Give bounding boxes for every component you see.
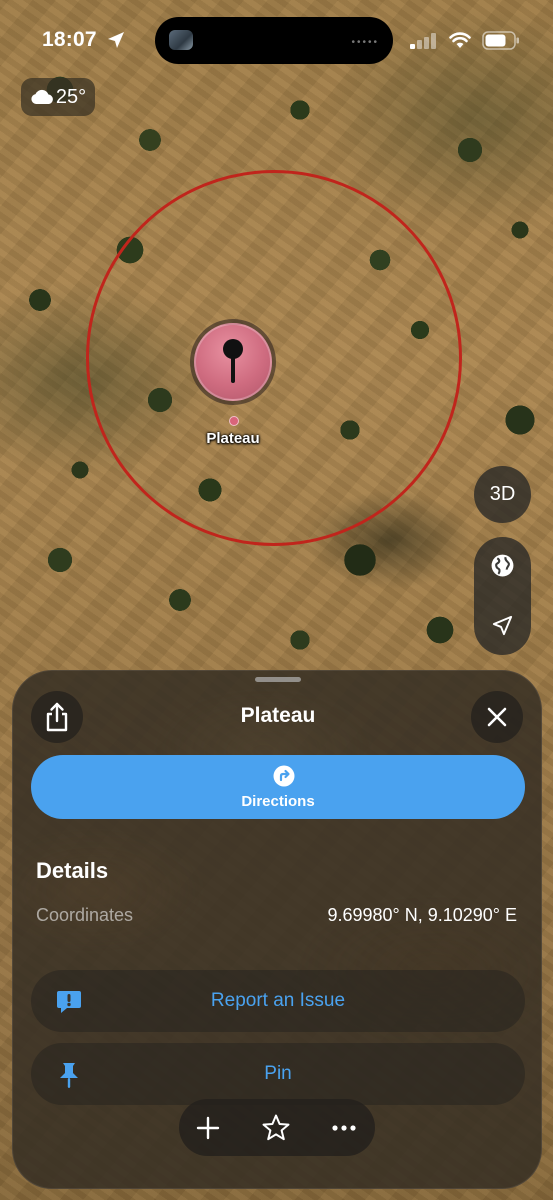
cellular-signal-icon <box>410 33 436 49</box>
island-indicator-icon: ••••• <box>351 37 379 48</box>
pin-badge-face <box>194 323 272 401</box>
favorite-button[interactable] <box>261 1113 291 1143</box>
3d-toggle-button[interactable]: 3D <box>474 466 531 523</box>
star-icon <box>262 1114 290 1141</box>
globe-icon[interactable] <box>490 553 515 578</box>
location-arrow-icon <box>108 32 124 48</box>
status-bar: 18:07 ••••• <box>0 0 553 82</box>
pin-label[interactable]: Plateau <box>183 430 283 447</box>
coordinates-label: Coordinates <box>36 905 134 925</box>
pin-location-dot <box>229 416 239 426</box>
close-button[interactable] <box>471 691 523 743</box>
share-icon <box>46 702 68 732</box>
details-heading: Details <box>36 858 109 883</box>
status-time: 18:07 <box>42 28 97 51</box>
now-playing-thumbnail <box>169 30 193 50</box>
wifi-icon <box>449 32 471 48</box>
location-pin[interactable] <box>190 319 276 405</box>
battery-icon <box>482 31 519 50</box>
plus-icon <box>196 1116 220 1140</box>
directions-label: Directions <box>241 793 315 810</box>
coordinates-value[interactable]: 9.69980° N, 9.10290° E <box>327 905 517 926</box>
share-button[interactable] <box>31 691 83 743</box>
sheet-grabber[interactable] <box>255 677 301 682</box>
temperature: 25° <box>55 85 87 108</box>
weather-chip[interactable]: 25° <box>21 78 95 116</box>
add-button[interactable] <box>193 1113 223 1143</box>
dynamic-island: ••••• <box>155 17 393 64</box>
report-issue-button[interactable]: Report an Issue <box>31 970 525 1032</box>
sheet-title: Plateau <box>240 704 316 727</box>
ellipsis-icon <box>332 1125 356 1131</box>
pushpin-icon <box>223 339 243 383</box>
floating-toolbar <box>179 1099 375 1156</box>
more-button[interactable] <box>329 1113 359 1143</box>
directions-button[interactable]: Directions <box>31 755 525 819</box>
turn-right-arrow-icon <box>273 765 295 787</box>
report-issue-label: Report an Issue <box>210 990 346 1011</box>
location-arrow-icon[interactable] <box>491 614 514 637</box>
pin-label: Pin <box>264 1063 292 1084</box>
map-controls <box>474 537 531 655</box>
pin-button[interactable]: Pin <box>31 1043 525 1105</box>
cloud-icon <box>31 89 53 104</box>
close-icon <box>487 707 507 727</box>
